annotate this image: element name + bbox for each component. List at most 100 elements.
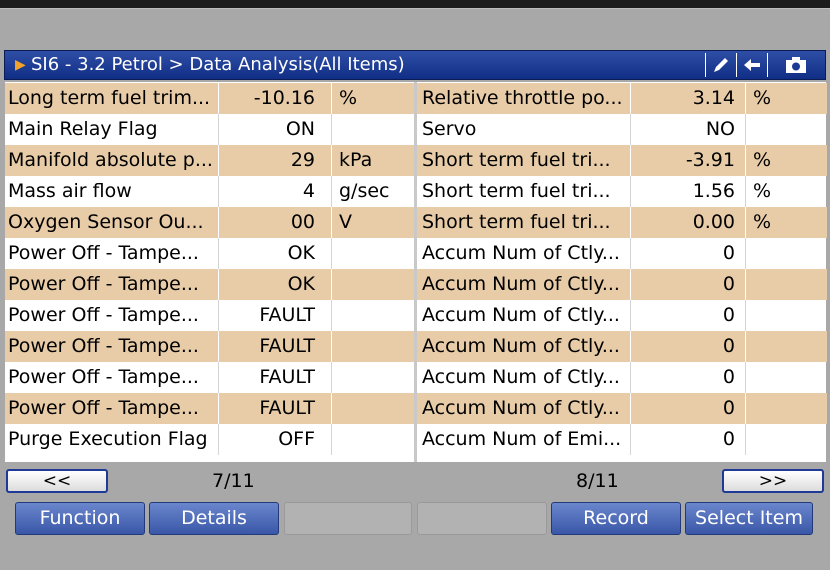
record-button[interactable]: Record [551,502,681,535]
parameter-value: FAULT [259,335,315,357]
parameter-unit [333,114,413,145]
prev-page-button[interactable]: << [6,469,108,493]
camera-icon[interactable] [767,53,824,77]
parameter-value: 0 [722,242,735,264]
parameter-unit [747,331,825,362]
table-row[interactable]: Short term fuel tri... 1.56% [417,176,827,207]
pen-icon[interactable] [705,53,735,77]
function-bar: Function Details Record Select Item [0,500,830,536]
table-row[interactable]: Accum Num of Emi... 0 [417,424,827,455]
data-grid: Long term fuel trim... -10.16% Main Relay … [5,82,827,462]
table-row[interactable]: Power Off - Tampe... OK [5,238,415,269]
parameter-name: Power Off - Tampe... [8,335,199,357]
cell-separator [218,331,219,362]
table-row[interactable]: Relative throttle po... 3.14% [417,83,827,114]
parameter-value: OK [287,273,315,295]
cell-separator [331,300,332,331]
parameter-name: Relative throttle po... [422,87,623,109]
function-button[interactable]: Function [15,502,145,535]
table-row[interactable]: Accum Num of Ctly... 0 [417,331,827,362]
parameter-name: Short term fuel tri... [422,149,611,171]
cell-separator [218,362,219,393]
parameter-unit: g/sec [339,180,390,202]
table-row[interactable]: Short term fuel tri... 0.00% [417,207,827,238]
parameter-name: Power Off - Tampe... [8,304,199,326]
cell-separator [331,393,332,424]
table-row[interactable]: Main Relay Flag ON [5,114,415,145]
cell-separator [745,114,746,145]
cell-separator [218,114,219,145]
table-row[interactable]: Power Off - Tampe... OK [5,269,415,300]
parameter-value: ON [285,118,315,140]
table-row[interactable]: Accum Num of Ctly... 0 [417,300,827,331]
cell-separator [331,331,332,362]
parameter-name: Accum Num of Ctly... [422,366,620,388]
table-row[interactable]: Accum Num of Ctly... 0 [417,269,827,300]
cell-separator [630,362,631,393]
select-item-button[interactable]: Select Item [685,502,813,535]
parameter-unit [333,331,413,362]
table-row[interactable]: Power Off - Tampe... FAULT [5,393,415,424]
parameter-name: Accum Num of Ctly... [422,397,620,419]
parameter-value: 29 [290,149,315,171]
cell-separator [331,114,332,145]
parameter-name: Short term fuel tri... [422,180,611,202]
cell-separator [218,145,219,176]
cell-separator [745,424,746,455]
cell-separator [331,83,332,114]
table-row[interactable]: Power Off - Tampe... FAULT [5,362,415,393]
parameter-unit [333,300,413,331]
play-triangle-icon: ▶ [15,57,26,73]
table-row[interactable]: Purge Execution Flag OFF [5,424,415,455]
parameter-unit: V [339,211,352,233]
cell-separator [745,362,746,393]
right-page-indicator: 8/11 [576,470,619,492]
parameter-value: OFF [278,428,315,450]
table-row[interactable]: Power Off - Tampe... FAULT [5,300,415,331]
cell-separator [331,145,332,176]
parameter-name: Accum Num of Emi... [422,428,622,450]
parameter-name: Accum Num of Ctly... [422,335,620,357]
parameter-value: 3.14 [692,87,735,109]
parameter-name: Power Off - Tampe... [8,242,199,264]
details-button[interactable]: Details [149,502,279,535]
parameter-unit: % [753,87,772,109]
cell-separator [630,393,631,424]
parameter-unit [747,269,825,300]
table-row[interactable]: Accum Num of Ctly... 0 [417,393,827,424]
cell-separator [630,176,631,207]
cell-separator [331,176,332,207]
table-row[interactable]: Long term fuel trim... -10.16% [5,83,415,114]
cell-separator [218,393,219,424]
parameter-name: Servo [422,118,477,140]
table-row[interactable]: Power Off - Tampe... FAULT [5,331,415,362]
parameter-value: 00 [290,211,315,233]
parameter-value: FAULT [259,397,315,419]
table-row[interactable]: Short term fuel tri... -3.91% [417,145,827,176]
table-row[interactable]: Oxygen Sensor Ou... 00 V [5,207,415,238]
parameter-value: -3.91 [685,149,735,171]
parameter-value: 0 [722,273,735,295]
parameter-unit [747,114,825,145]
cell-separator [331,269,332,300]
next-page-button[interactable]: >> [722,469,824,493]
table-row[interactable]: Mass air flow 4 g/sec [5,176,415,207]
back-arrow-icon[interactable] [736,53,766,77]
parameter-unit [333,362,413,393]
cell-separator [630,331,631,362]
parameter-unit: % [753,180,772,202]
table-row[interactable]: Servo NO [417,114,827,145]
parameter-value: 0 [722,366,735,388]
cell-separator [218,424,219,455]
cell-separator [745,83,746,114]
parameter-name: Accum Num of Ctly... [422,242,620,264]
cell-separator [630,424,631,455]
parameter-unit [747,362,825,393]
table-row[interactable]: Manifold absolute p... 29 kPa [5,145,415,176]
parameter-value: 0 [722,335,735,357]
table-row[interactable]: Accum Num of Ctly... 0 [417,238,827,269]
parameter-name: Long term fuel trim... [8,87,211,109]
cell-separator [331,238,332,269]
table-row[interactable]: Accum Num of Ctly... 0 [417,362,827,393]
parameter-unit: % [753,149,772,171]
